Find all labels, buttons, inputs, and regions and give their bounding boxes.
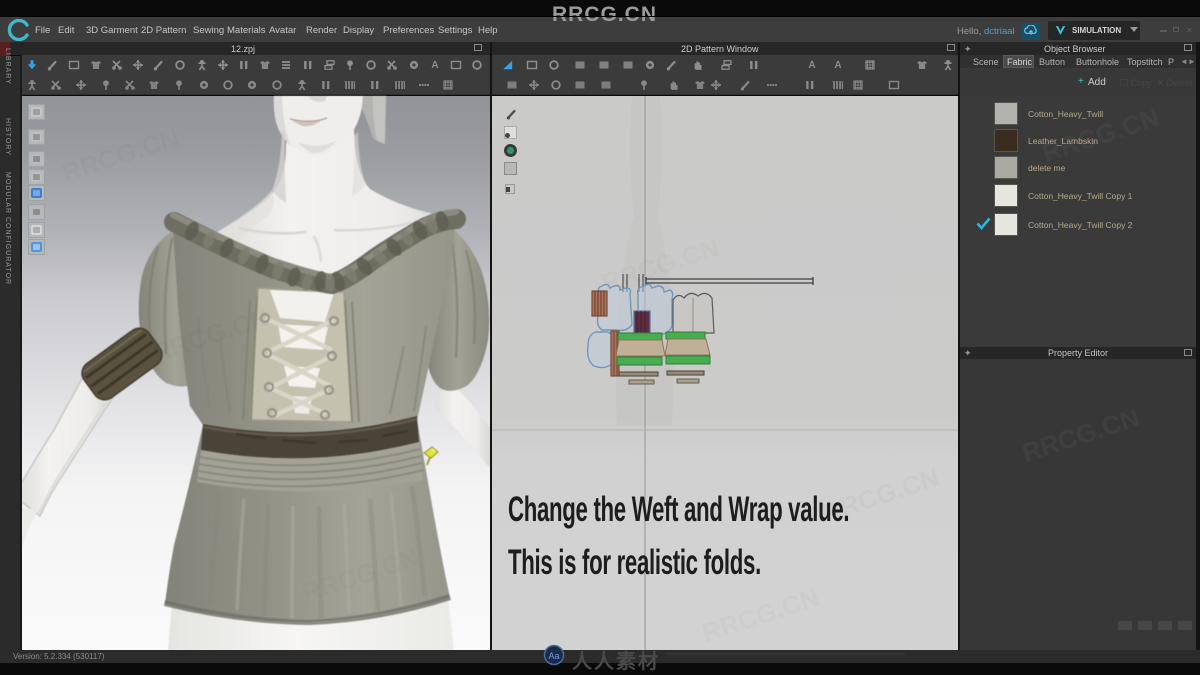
svg-text:Aa: Aa — [548, 651, 559, 661]
svg-text:A: A — [834, 60, 841, 71]
svg-text:A: A — [431, 60, 438, 71]
svg-text:A: A — [808, 60, 815, 71]
